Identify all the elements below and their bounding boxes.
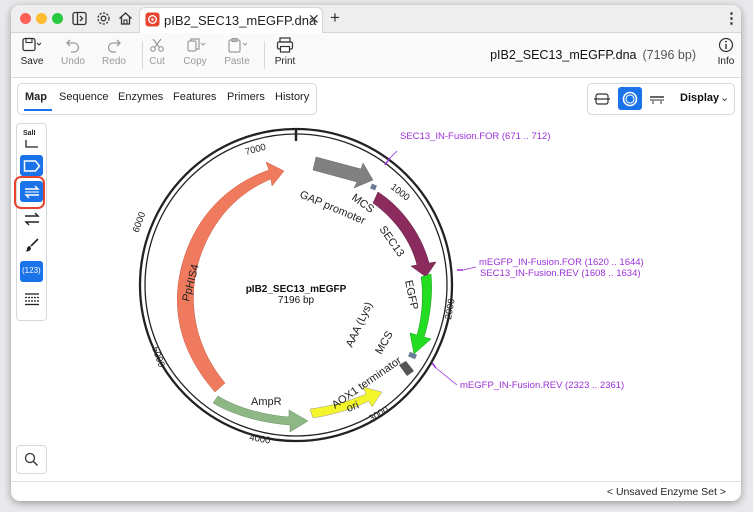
tick-label-7000: 7000 <box>244 142 267 158</box>
tick-label-6000: 6000 <box>131 211 149 235</box>
primer-mark <box>431 362 437 369</box>
plasmid-map[interactable]: SEC13_IN-Fusion.FOR (671 .. 712) mEGFP_I… <box>11 5 741 501</box>
primer-leader <box>435 367 458 386</box>
tick-label-1000: 1000 <box>388 182 411 204</box>
feature-mcs1[interactable] <box>370 183 377 191</box>
app-window: pIB2_SEC13_mEGFP.dna ✕ + ⋮ Save Undo Red… <box>11 5 741 501</box>
enzyme-set-selector[interactable]: < Unsaved Enzyme Set > <box>607 486 726 498</box>
primer-leader <box>389 150 398 159</box>
tick-label-5000: 5000 <box>149 345 167 369</box>
tick-label-2000: 2000 <box>443 298 458 321</box>
highlight-box <box>14 176 45 209</box>
primer-label-sec13-for[interactable]: SEC13_IN-Fusion.FOR (671 .. 712) <box>400 131 550 142</box>
primer-label-megfp-for[interactable]: mEGFP_IN-Fusion.FOR (1620 .. 1644) <box>479 257 644 268</box>
primer-label-megfp-rev[interactable]: mEGFP_IN-Fusion.REV (2323 .. 2361) <box>460 380 624 391</box>
label-mcs2: MCS <box>373 329 396 356</box>
plasmid-size: 7196 bp <box>278 295 315 306</box>
label-ampr: AmpR <box>251 396 282 408</box>
plasmid-name: pIB2_SEC13_mEGFP <box>246 284 347 295</box>
label-aox1-terminator: AOX1 terminator <box>330 354 404 411</box>
tick-label-4000: 4000 <box>248 432 271 447</box>
tick-label-3000: 3000 <box>367 405 391 425</box>
status-bar: < Unsaved Enzyme Set > <box>11 481 741 501</box>
feature-gap-promoter[interactable] <box>312 156 374 189</box>
primer-leader <box>462 266 477 271</box>
label-egfp: EGFP <box>402 279 420 311</box>
feature-mcs2[interactable] <box>408 351 417 360</box>
label-aaa-lys: AAA (Lys) <box>344 300 375 349</box>
primer-label-sec13-rev[interactable]: SEC13_IN-Fusion.REV (1608 .. 1634) <box>480 268 641 279</box>
